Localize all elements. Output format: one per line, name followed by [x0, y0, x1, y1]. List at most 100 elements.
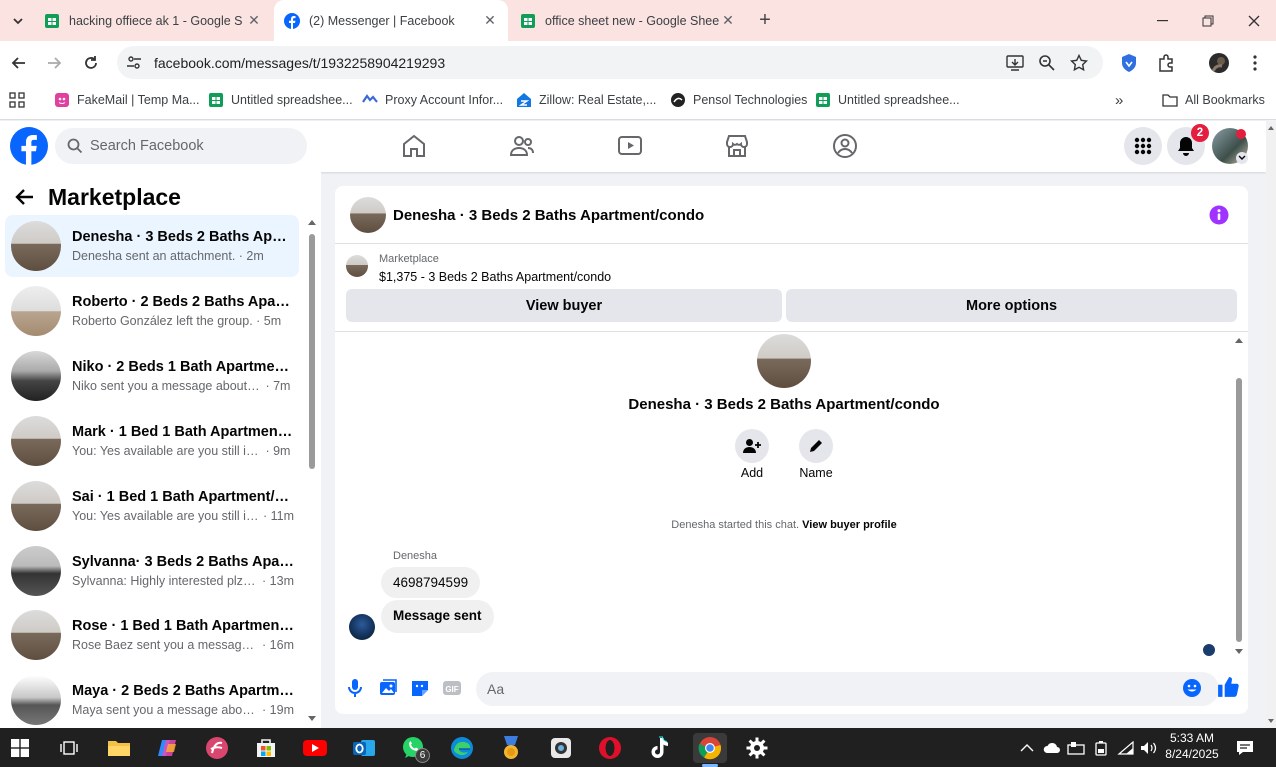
scrollbar-thumb[interactable] [309, 234, 315, 469]
settings-button[interactable] [742, 733, 772, 763]
preview-time: 2m [246, 249, 264, 263]
browser-tab-3[interactable]: office sheet new - Google Shee ✕ [510, 0, 746, 41]
start-button[interactable] [5, 733, 35, 763]
tray-app-icon[interactable] [1067, 741, 1085, 755]
bookmark-untitled-spreadsheet-1[interactable]: Untitled spreadshee... [208, 92, 353, 108]
task-view-button[interactable] [54, 733, 84, 763]
add-people-button[interactable] [735, 429, 769, 463]
back-button[interactable] [5, 49, 33, 77]
conversation-list-scrollbar[interactable] [307, 218, 317, 723]
bookmark-untitled-spreadsheet-2[interactable]: Untitled spreadshee... [815, 92, 960, 108]
bookmark-proxy-account[interactable]: Proxy Account Infor... [362, 92, 503, 108]
edit-name-button[interactable] [799, 429, 833, 463]
account-chevron[interactable] [1236, 152, 1248, 164]
reload-button[interactable] [77, 49, 105, 77]
minimize-button[interactable] [1139, 0, 1185, 41]
address-bar[interactable]: facebook.com/messages/t/1932258904219293 [117, 46, 1103, 79]
conversation-item[interactable]: Mark · 1 Bed 1 Bath Apartment/... You: Y… [5, 410, 299, 472]
volume-icon[interactable] [1140, 741, 1158, 755]
conversation-item[interactable]: Rose · 1 Bed 1 Bath Apartment/c... Rose … [5, 604, 299, 666]
conversation-item[interactable]: Sai · 1 Bed 1 Bath Apartment/co... You: … [5, 475, 299, 537]
browser-tab-1[interactable]: hacking offiece ak 1 - Google S ✕ [34, 0, 272, 41]
menu-button[interactable] [1124, 127, 1162, 165]
battery-icon[interactable] [1094, 740, 1108, 756]
marketplace-nav-icon[interactable] [724, 133, 750, 159]
chat-avatar[interactable] [350, 197, 386, 233]
more-options-button[interactable]: More options [786, 289, 1237, 322]
conversation-item[interactable]: Roberto · 2 Beds 2 Baths Apart... Robert… [5, 280, 299, 342]
conversation-item[interactable]: Maya · 2 Beds 2 Baths Apartme... Maya se… [5, 669, 299, 731]
onedrive-cloud-icon[interactable] [1043, 742, 1061, 754]
message-input[interactable]: Aa [476, 672, 1219, 706]
opera-button[interactable] [595, 733, 625, 763]
close-tab-icon[interactable]: ✕ [246, 12, 262, 29]
extensions-button[interactable] [1152, 49, 1180, 77]
home-nav-icon[interactable] [401, 133, 427, 159]
tab-search-button[interactable] [4, 7, 32, 35]
forward-button[interactable] [40, 49, 68, 77]
microsoft-store-button[interactable] [251, 733, 281, 763]
bookmark-fakemail[interactable]: FakeMail | Temp Ma... [54, 92, 200, 108]
photo-icon[interactable] [378, 678, 398, 698]
page-scrollbar[interactable] [1266, 121, 1276, 728]
new-tab-button[interactable]: + [751, 6, 779, 34]
thread-scrollbar[interactable] [1234, 336, 1244, 656]
microphone-icon[interactable] [345, 678, 365, 698]
chrome-menu-button[interactable] [1241, 49, 1269, 77]
bookmark-pensol[interactable]: Pensol Technologies [670, 92, 807, 108]
tab-title: (2) Messenger | Facebook [309, 13, 455, 28]
wifi-icon[interactable] [1117, 741, 1135, 755]
video-nav-icon[interactable] [617, 133, 643, 159]
message-bubble[interactable]: 4698794599 [381, 567, 481, 598]
conversation-item[interactable]: Denesha · 3 Beds 2 Baths Apart... Denesh… [5, 215, 299, 277]
tiktok-button[interactable] [644, 733, 674, 763]
browser-tab-2[interactable]: (2) Messenger | Facebook ✕ [274, 0, 508, 41]
app-pink-button[interactable] [202, 733, 232, 763]
view-buyer-button[interactable]: View buyer [346, 289, 782, 322]
restore-button[interactable] [1185, 0, 1231, 41]
bookmarks-overflow-button[interactable]: » [1115, 92, 1123, 109]
thumbs-up-icon[interactable] [1217, 676, 1239, 698]
view-buyer-profile-link[interactable]: View buyer profile [802, 519, 897, 531]
camera-app-button[interactable] [546, 733, 576, 763]
youtube-button[interactable] [300, 733, 330, 763]
apps-button[interactable] [9, 92, 25, 108]
emoji-icon[interactable] [1182, 678, 1202, 698]
sender-avatar[interactable] [349, 614, 375, 640]
facebook-logo-icon[interactable] [10, 127, 48, 165]
back-arrow-icon[interactable] [15, 187, 35, 207]
outlook-button[interactable] [349, 733, 379, 763]
listing-title[interactable]: $1,375 - 3 Beds 2 Baths Apartment/condo [379, 270, 611, 284]
notification-center-icon[interactable] [1236, 740, 1254, 756]
profile-button[interactable] [1205, 49, 1233, 77]
conversation-item[interactable]: Sylvanna· 3 Beds 2 Baths Apart... Sylvan… [5, 540, 299, 602]
all-bookmarks-button[interactable]: All Bookmarks [1162, 92, 1265, 108]
copilot-button[interactable] [153, 733, 183, 763]
whatsapp-button[interactable]: 6 [398, 733, 430, 763]
listing-thumbnail[interactable] [346, 255, 368, 277]
sticker-icon[interactable] [410, 678, 430, 698]
conversation-avatar [11, 221, 61, 271]
preview-time: 16m [269, 638, 294, 652]
chevron-up-icon[interactable] [1020, 743, 1034, 753]
medal-app-button[interactable] [496, 733, 526, 763]
edge-button[interactable] [447, 733, 477, 763]
extension-shield-button[interactable] [1115, 49, 1143, 77]
close-window-button[interactable] [1231, 0, 1276, 41]
clock[interactable]: 5:33 AM 8/24/2025 [1158, 731, 1226, 761]
gif-icon[interactable]: GIF [442, 678, 462, 698]
chat-title[interactable]: Denesha · 3 Beds 2 Baths Apartment/condo [393, 207, 704, 224]
scrollbar-thumb[interactable] [1236, 378, 1242, 642]
conversation-info-icon[interactable] [1209, 205, 1229, 225]
friends-nav-icon[interactable] [509, 133, 535, 159]
groups-nav-icon[interactable] [832, 133, 858, 159]
close-tab-icon[interactable]: ✕ [482, 12, 498, 29]
message-bubble[interactable]: Message sent [381, 600, 494, 633]
conversation-item[interactable]: Niko · 2 Beds 1 Bath Apartment/... Niko … [5, 345, 299, 407]
close-tab-icon[interactable]: ✕ [720, 12, 736, 29]
profile-avatar[interactable] [757, 334, 811, 388]
file-explorer-button[interactable] [104, 733, 134, 763]
bookmark-zillow[interactable]: Zillow: Real Estate,... [516, 92, 656, 108]
facebook-search-input[interactable]: Search Facebook [55, 128, 307, 164]
chrome-button[interactable] [693, 733, 727, 767]
